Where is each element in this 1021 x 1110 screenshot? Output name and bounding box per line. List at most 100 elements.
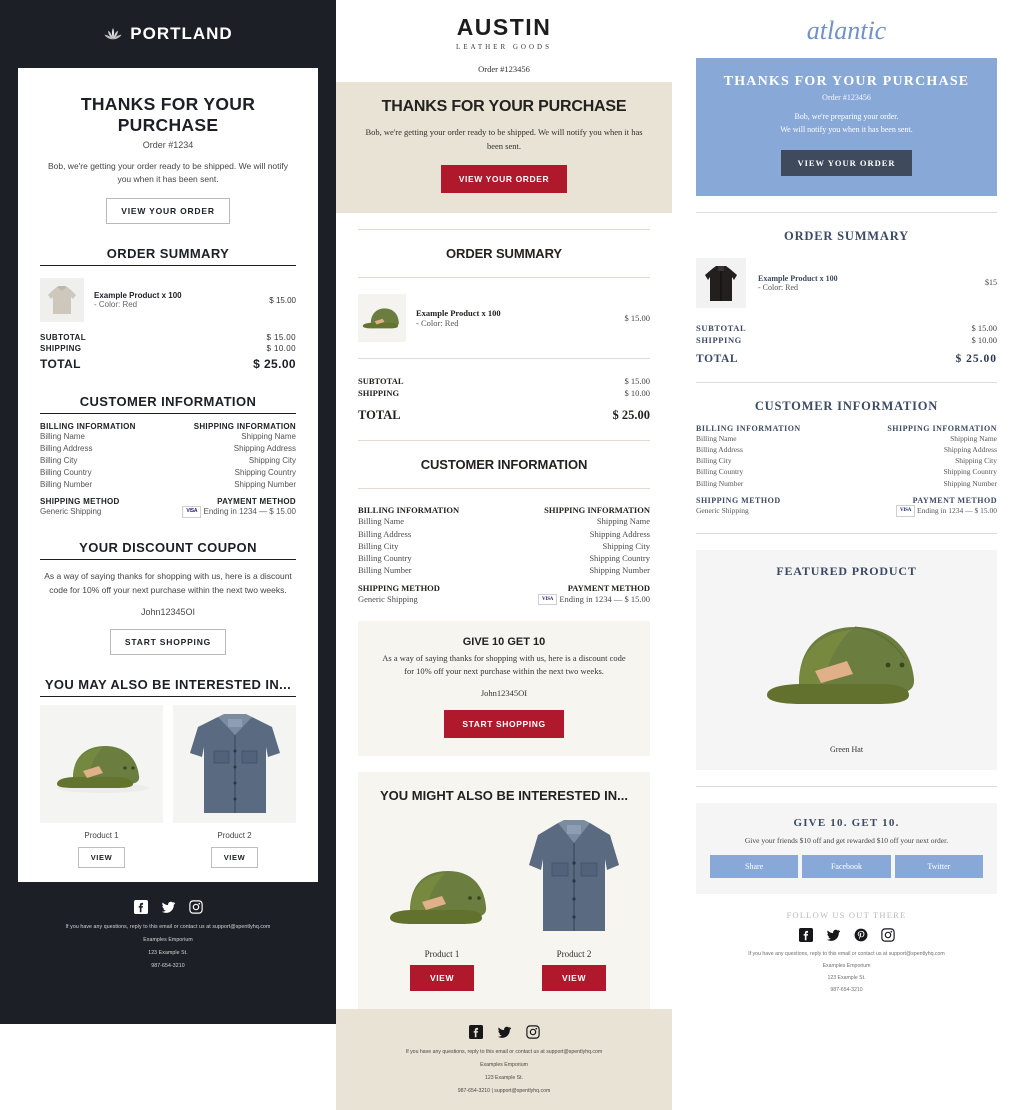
instagram-icon[interactable]: [880, 928, 895, 942]
shipping-line: Shipping Number: [589, 565, 650, 576]
email-template-atlantic: atlantic THANKS FOR YOUR PURCHASE Order …: [672, 0, 1021, 1024]
facebook-icon[interactable]: [798, 927, 813, 942]
billing-column: BILLING INFORMATION Billing Name Billing…: [40, 422, 168, 518]
social-links: [12, 899, 324, 914]
referral-promo: GIVE 10 GET 10 As a way of saying thanks…: [358, 621, 650, 756]
billing-line: Billing Country: [358, 553, 412, 564]
recommendations-wrap: YOU MIGHT ALSO BE INTERESTED IN... Produ…: [336, 771, 672, 1009]
payment-detail: Ending in 1234 — $ 15.00: [559, 593, 650, 604]
product-variant: - Color: Red: [758, 282, 798, 292]
promo-title: GIVE 10. GET 10.: [793, 816, 900, 829]
social-links: [352, 1024, 656, 1039]
order-line-item: Example Product x 100 - Color: Red $ 15.…: [358, 294, 650, 343]
customer-info-columns: BILLING INFORMATION Billing Name Billing…: [696, 424, 997, 517]
view-product-button[interactable]: VIEW: [409, 964, 475, 991]
divider: [40, 413, 296, 415]
billing-column: BILLING INFORMATION Billing Name Billing…: [358, 505, 504, 605]
facebook-icon[interactable]: [468, 1024, 483, 1039]
billing-column: BILLING INFORMATION Billing Name Billing…: [696, 424, 847, 517]
total-row: TOTAL $ 25.00: [696, 352, 997, 366]
view-order-button[interactable]: VIEW YOUR ORDER: [781, 149, 912, 176]
pinterest-icon[interactable]: [854, 928, 868, 942]
shipping-column: SHIPPING INFORMATION Shipping Name Shipp…: [504, 505, 650, 606]
shipping-line: Shipping Name: [596, 516, 650, 527]
shipping-line: Shipping Country: [589, 553, 650, 564]
intro-line-2: We will notify you when it has been sent…: [780, 124, 913, 134]
intro-text: Bob, we're getting your order ready to b…: [47, 161, 289, 185]
coupon-text: As a way of saying thanks for shopping w…: [44, 571, 292, 595]
billing-line: Billing City: [696, 456, 732, 466]
view-order-button[interactable]: VIEW YOUR ORDER: [440, 165, 568, 194]
payment-method-heading: PAYMENT METHOD: [912, 495, 997, 505]
subtotal-label: SUBTOTAL: [358, 376, 404, 387]
billing-line: Billing Address: [40, 444, 93, 454]
portland-card: THANKS FOR YOUR PURCHASE Order #1234 Bob…: [18, 68, 318, 882]
recommendations-title: YOU MAY ALSO BE INTERESTED IN...: [44, 676, 292, 692]
billing-line: Billing Number: [696, 478, 744, 488]
shipping-line: Shipping Name: [241, 432, 296, 442]
subtotal-label: SUBTOTAL: [696, 322, 747, 333]
product-thumbnail: [696, 257, 746, 308]
product-price: $15: [985, 278, 997, 288]
view-product-button[interactable]: VIEW: [77, 846, 126, 868]
product-name: Example Product x 100: [94, 291, 182, 301]
billing-line: Billing Number: [40, 480, 93, 490]
payment-detail: Ending in 1234 — $ 15.00: [917, 505, 997, 515]
customer-info-columns: BILLING INFORMATION Billing Name Billing…: [358, 505, 650, 606]
footer-line: 123 Example St.: [484, 1074, 524, 1081]
start-shopping-button[interactable]: START SHOPPING: [109, 628, 227, 655]
brand-logo: atlantic: [806, 16, 887, 45]
austin-footer: If you have any questions, reply to this…: [336, 1008, 672, 1110]
start-shopping-button[interactable]: START SHOPPING: [444, 709, 564, 738]
email-template-austin: AUSTIN LEATHER GOODS Order #123456 THANK…: [336, 0, 672, 1110]
view-order-button[interactable]: VIEW YOUR ORDER: [106, 198, 230, 225]
product-variant: - Color: Red: [94, 300, 138, 310]
twitter-share-button[interactable]: Twitter: [894, 854, 983, 878]
product-name: Example Product x 100: [416, 308, 501, 319]
coupon-title: YOUR DISCOUNT COUPON: [79, 540, 257, 556]
featured-title: FEATURED PRODUCT: [776, 563, 917, 578]
total-label: TOTAL: [40, 357, 81, 372]
shipping-line: Shipping Number: [234, 480, 296, 490]
blue-shirt-image: [173, 704, 296, 823]
divider: [696, 381, 997, 383]
payment-method-heading: PAYMENT METHOD: [567, 582, 650, 593]
facebook-icon[interactable]: [133, 899, 148, 914]
share-button[interactable]: Share: [710, 854, 799, 878]
shipping-method-value: Generic Shipping: [696, 505, 749, 515]
instagram-icon[interactable]: [525, 1025, 540, 1039]
shipping-heading: SHIPPING INFORMATION: [544, 505, 650, 516]
promo-text: Give your friends $10 off and get reward…: [744, 835, 949, 845]
total-row: TOTAL $ 25.00: [40, 356, 296, 372]
shipping-row: SHIPPING $ 10.00: [358, 387, 650, 399]
divider: [358, 488, 650, 490]
divider: [358, 358, 650, 360]
facebook-share-button[interactable]: Facebook: [802, 854, 891, 878]
subtotal-row: SUBTOTAL $ 15.00: [358, 375, 650, 387]
instagram-icon[interactable]: [188, 899, 203, 914]
shipping-method-heading: SHIPPING METHOD: [358, 582, 440, 593]
view-product-button[interactable]: VIEW: [210, 846, 259, 868]
subtotal-row: SUBTOTAL $ 15.00: [40, 332, 296, 343]
twitter-icon[interactable]: [826, 928, 841, 942]
product-meta: Example Product x 100 - Color: Red: [758, 274, 973, 292]
billing-line: Billing Address: [696, 444, 743, 454]
divider: [696, 532, 997, 534]
twitter-icon[interactable]: [161, 900, 176, 914]
product-label: Product 2: [556, 948, 592, 959]
total-amount: $ 25.00: [612, 408, 651, 423]
total-label: TOTAL: [358, 408, 401, 423]
billing-line: Billing Country: [696, 467, 744, 477]
brand-name: AUSTIN: [456, 14, 552, 40]
customer-info-title: CUSTOMER INFORMATION: [420, 457, 588, 473]
order-summary-title: ORDER SUMMARY: [784, 228, 909, 243]
product-label: Product 1: [84, 830, 119, 840]
product-meta: Example Product x 100 - Color: Red: [94, 291, 259, 309]
shipping-label: SHIPPING: [358, 388, 400, 399]
brand-name: PORTLAND: [130, 24, 233, 43]
view-product-button[interactable]: VIEW: [541, 964, 607, 991]
shipping-line: Shipping Address: [943, 444, 997, 454]
twitter-icon[interactable]: [497, 1025, 512, 1039]
shipping-label: SHIPPING: [696, 334, 742, 345]
product-meta: Example Product x 100 - Color: Red: [416, 308, 615, 328]
